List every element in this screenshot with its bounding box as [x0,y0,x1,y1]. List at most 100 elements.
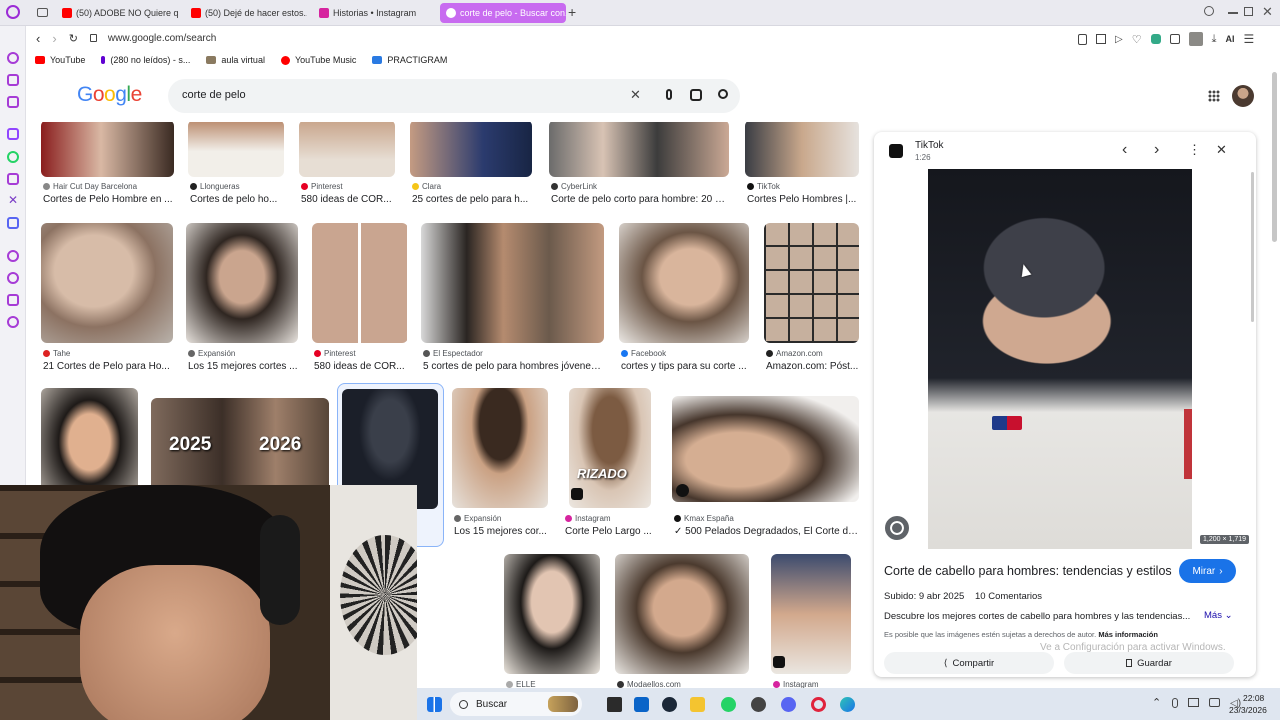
edge-icon[interactable] [840,697,855,712]
result-thumbnail[interactable] [771,554,851,674]
result-caption[interactable]: 580 ideas de COR... [314,361,408,372]
result-thumbnail[interactable] [764,223,859,343]
x-icon[interactable]: ✕ [8,193,18,207]
clock-time[interactable]: 22:08 [1243,693,1264,703]
tab-deje[interactable]: (50) Dejé de hacer estos... [185,3,307,23]
close-window-button[interactable]: ✕ [1262,4,1273,20]
panel-scrollbar[interactable] [1251,172,1254,322]
messenger-icon[interactable] [7,96,19,108]
search-icon[interactable] [718,89,728,99]
bookmark-youtube[interactable]: YouTube [35,55,85,65]
search-input[interactable]: corte de pelo [182,89,246,101]
player-icon[interactable] [7,250,19,262]
whatsapp-icon[interactable] [7,151,19,163]
result-thumbnail[interactable] [41,122,174,177]
result-thumbnail[interactable] [615,554,749,674]
result-caption[interactable]: Los 15 mejores cor... [454,526,548,537]
puzzle-icon[interactable] [1169,34,1180,44]
pin-icon[interactable] [1078,33,1087,45]
result-caption[interactable]: Corte Pelo Largo ... [565,526,659,537]
snapshot-icon[interactable] [1096,34,1106,44]
profile-thumb-icon[interactable] [1188,32,1203,46]
forward-icon[interactable]: › [52,31,56,46]
tab-adobe[interactable]: (50) ADOBE NO Quiere que... [56,3,178,23]
result-caption[interactable]: 5 cortes de pelo para hombres jóvenes... [423,361,604,372]
download-icon[interactable]: ⤓ [1212,33,1217,46]
result-thumbnail[interactable] [188,122,284,177]
settings-icon[interactable] [7,316,19,328]
display-tray-icon[interactable] [1188,698,1199,707]
lens-icon[interactable] [690,89,702,101]
steam-icon[interactable] [662,697,677,712]
avatar[interactable] [1232,85,1254,107]
bookmark-youtube-music[interactable]: YouTube Music [280,55,356,65]
result-thumbnail[interactable]: RIZADO [569,388,651,508]
task-view-icon[interactable] [607,697,622,712]
search-box[interactable]: corte de pelo ✕ [168,79,740,113]
result-caption[interactable]: Cortes Pelo Hombres |... [747,194,857,205]
panel-title[interactable]: Corte de cabello para hombres: tendencia… [884,564,1172,578]
result-thumbnail[interactable] [549,122,729,177]
result-thumbnail[interactable] [186,223,298,343]
tab-google-search[interactable]: corte de pelo - Buscar con... [440,3,566,23]
result-thumbnail[interactable] [745,122,859,177]
whatsapp-taskbar-icon[interactable] [721,697,736,712]
maximize-button[interactable] [1244,7,1253,16]
more-button[interactable]: Más ⌄ [1204,610,1233,621]
result-thumbnail[interactable] [299,122,395,177]
extensions-sidebar-icon[interactable] [7,294,19,306]
result-thumbnail[interactable] [312,223,408,343]
taskbar-search-input[interactable]: Buscar [476,699,507,710]
more-info-link[interactable]: Más información [1098,630,1158,639]
file-explorer-icon[interactable] [690,697,705,712]
opera-icon[interactable] [811,697,826,712]
instagram-sidebar-icon[interactable] [7,173,19,185]
back-icon[interactable]: ‹ [36,31,40,46]
clock-date[interactable]: 23/3/2026 [1229,705,1267,715]
play-icon[interactable]: ▷ [1115,34,1123,45]
result-caption[interactable]: Cortes de Pelo Hombre en ... [43,194,173,205]
result-caption[interactable]: Amazon.com: Póst... [766,361,859,372]
bookmark-aula-virtual[interactable]: aula virtual [206,55,265,65]
close-panel-button[interactable]: ✕ [1216,142,1227,158]
vpn-icon[interactable] [1150,34,1161,44]
twitch-icon[interactable] [7,128,19,140]
new-tab-button[interactable]: + [568,4,576,20]
menu-icon[interactable]: ☰ [1243,32,1254,46]
aria-icon[interactable] [7,52,19,64]
more-options-icon[interactable]: ⋮ [1188,142,1201,158]
reload-icon[interactable]: ↻ [69,32,78,45]
page-scrollbar[interactable] [1272,72,1277,242]
result-thumbnail[interactable] [452,388,548,508]
result-thumbnail[interactable] [410,122,532,177]
minimize-button[interactable] [1228,12,1238,14]
network-tray-icon[interactable] [1209,698,1220,707]
clear-search-icon[interactable]: ✕ [630,87,641,103]
tray-chevron-icon[interactable]: ⌃ [1152,696,1161,709]
lens-search-icon[interactable] [885,516,909,540]
result-thumbnail[interactable] [504,554,600,674]
result-thumbnail[interactable] [672,396,859,502]
result-caption[interactable]: cortes y tips para su corte ... [621,361,749,372]
save-button[interactable]: Guardar [1064,652,1234,674]
ai-button[interactable]: AI [1225,34,1234,44]
history-icon[interactable] [7,272,19,284]
microphone-icon[interactable] [666,89,672,100]
apps-grid-icon[interactable] [1208,90,1220,102]
search-tabs-icon[interactable] [1204,6,1214,16]
bookmark-yahoo-mail[interactable]: (280 no leídos) - s... [101,55,190,65]
windows-start-icon[interactable] [427,697,442,712]
outlook-icon[interactable] [634,697,649,712]
next-image-button[interactable]: › [1154,141,1159,159]
discord-icon[interactable] [7,217,19,229]
bookmark-practigram[interactable]: PRACTIGRAM [372,55,447,65]
url-field[interactable]: www.google.com/search [108,33,216,44]
watch-button[interactable]: Mirar › [1179,559,1236,583]
result-thumbnail[interactable] [41,223,173,343]
heart-icon[interactable]: ♡ [1132,33,1142,46]
workspaces-icon[interactable] [7,74,19,86]
tab-instagram[interactable]: Historias • Instagram [313,3,435,23]
result-caption[interactable]: Cortes de pelo ho... [190,194,284,205]
result-caption[interactable]: 580 ideas de COR... [301,194,395,205]
result-caption[interactable]: ✓ 500 Pelados Degradados, El Corte de... [674,526,859,537]
